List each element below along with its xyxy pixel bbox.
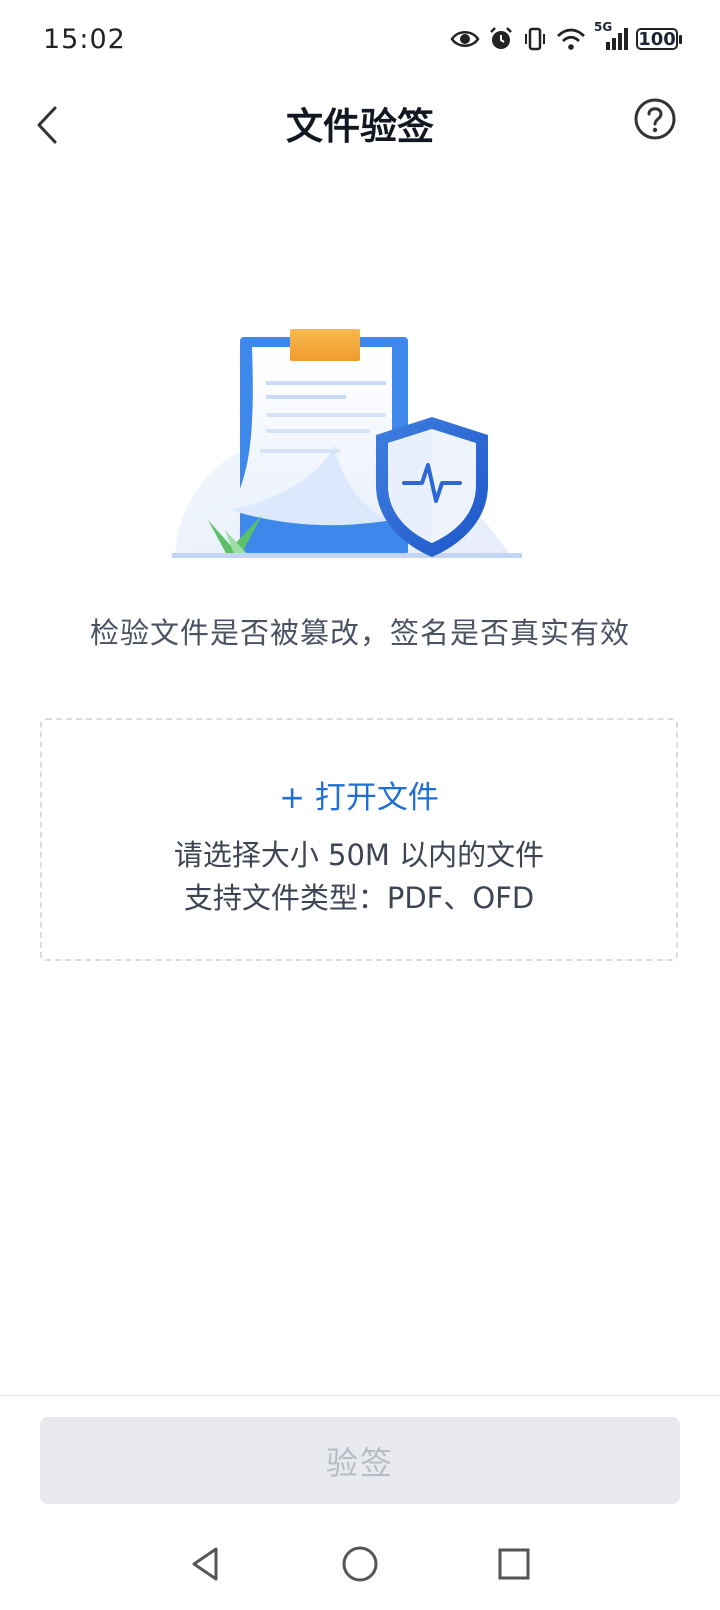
help-icon	[634, 98, 676, 140]
status-time: 15:02	[43, 24, 126, 55]
battery-icon: 100	[636, 28, 682, 50]
eye-icon	[450, 28, 480, 50]
system-back-button[interactable]	[186, 1544, 226, 1584]
open-file-button[interactable]: + 打开文件	[42, 772, 676, 817]
alarm-icon	[488, 26, 514, 52]
bottom-divider	[0, 1395, 720, 1396]
description-text: 检验文件是否被篡改，签名是否真实有效	[89, 616, 630, 650]
document-shield-illustration	[170, 325, 540, 575]
system-home-icon	[342, 1546, 378, 1582]
vibrate-icon	[522, 26, 548, 52]
verify-button[interactable]: 验签	[40, 1417, 680, 1504]
help-button[interactable]	[632, 96, 678, 142]
battery-level: 100	[638, 28, 676, 50]
system-nav-bar	[0, 1522, 720, 1610]
system-recent-icon	[498, 1548, 530, 1580]
system-back-icon	[192, 1547, 218, 1581]
upload-area[interactable]: + 打开文件 请选择大小 50M 以内的文件 支持文件类型：PDF、OFD	[40, 718, 678, 961]
size-hint: 请选择大小 50M 以内的文件	[173, 838, 545, 872]
page-title: 文件验签	[286, 105, 434, 148]
system-home-button[interactable]	[340, 1544, 380, 1584]
type-hint: 支持文件类型：PDF、OFD	[183, 881, 535, 915]
signal-icon: 5G	[594, 20, 628, 52]
nav-bar: 文件验签	[0, 84, 720, 194]
status-bar: 15:02 5G 100	[0, 0, 720, 84]
network-label: 5G	[594, 20, 613, 34]
wifi-icon	[556, 27, 586, 51]
status-icons: 5G 100	[450, 20, 682, 52]
system-recent-button[interactable]	[494, 1544, 534, 1584]
